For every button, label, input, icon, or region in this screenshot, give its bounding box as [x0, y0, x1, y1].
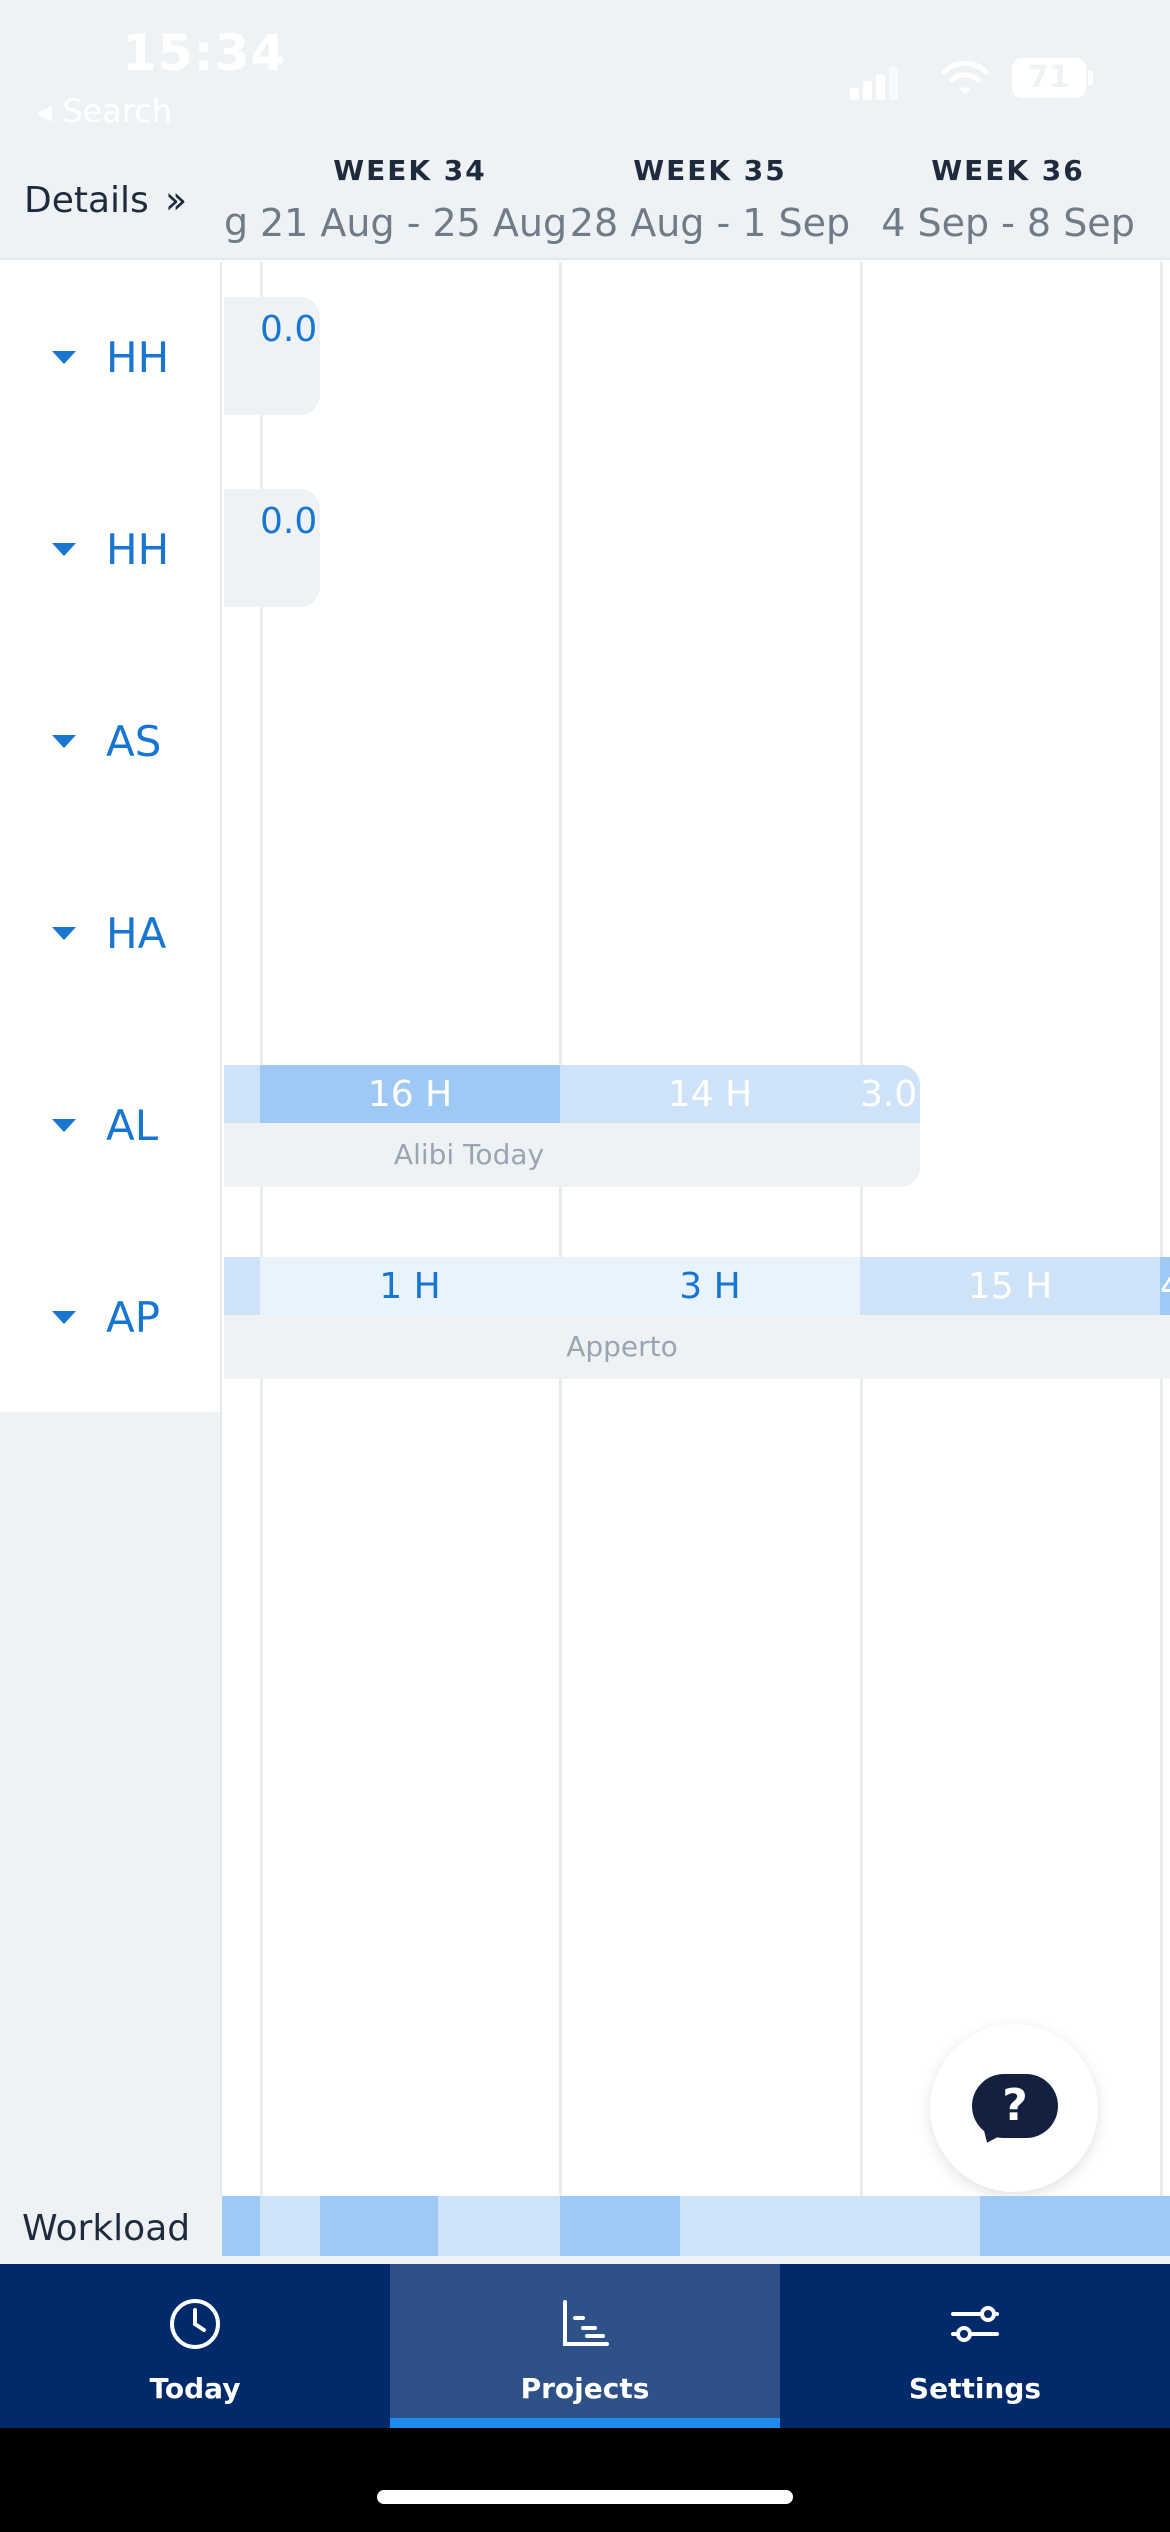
week-label: WEEK 34: [333, 154, 487, 187]
double-chevron-right-icon: ››: [164, 178, 188, 222]
details-label: Details: [24, 179, 149, 221]
week-range: 28 Aug - 1 Sep: [569, 201, 851, 245]
hours-bar-partial: [224, 1257, 260, 1315]
person-row-hh[interactable]: HH: [52, 327, 212, 387]
workload-segment: [980, 2196, 1170, 2256]
person-row-al[interactable]: AL: [52, 1095, 212, 1155]
timeline-header: Details ›› g WEEK 34 21 Aug - 25 Aug WEE…: [0, 150, 1170, 260]
tab-label: Projects: [520, 2372, 650, 2405]
person-initials: HH: [106, 524, 170, 574]
project-name: Alibi Today: [393, 1138, 545, 1171]
caret-down-icon: [52, 734, 76, 748]
week-label: WEEK 35: [633, 154, 787, 187]
person-initials: AS: [106, 716, 162, 766]
week-column-35: WEEK 35 28 Aug - 1 Sep: [560, 150, 860, 245]
tab-settings[interactable]: Settings: [780, 2264, 1170, 2428]
status-time: 15:34: [122, 24, 287, 82]
week-column-36: WEEK 36 4 Sep - 8 Sep: [858, 150, 1158, 245]
hours-bar-partial: [224, 1065, 260, 1123]
hours-bar: 1 H: [260, 1257, 560, 1315]
week-label: WEEK 36: [931, 154, 1085, 187]
clock-icon: [170, 2299, 220, 2349]
battery-tip: [1088, 71, 1093, 85]
caret-down-icon: [52, 1310, 76, 1324]
workload-label: Workload: [22, 2208, 191, 2249]
details-button[interactable]: Details ››: [24, 178, 188, 222]
person-initials: HA: [106, 908, 167, 958]
workload-segment: [320, 2196, 438, 2256]
wifi-icon: [941, 60, 989, 94]
allocation-value: 0.0: [260, 309, 318, 350]
workload-segment: [680, 2196, 980, 2256]
person-initials: AP: [106, 1292, 161, 1342]
person-list-empty-area: [0, 1412, 222, 2196]
caret-down-icon: [52, 1118, 76, 1132]
person-initials: AL: [106, 1100, 159, 1150]
person-row-as[interactable]: AS: [52, 711, 212, 771]
help-button[interactable]: ?: [930, 2024, 1098, 2192]
hours-bar: 3.0: [860, 1065, 920, 1123]
home-indicator-area: [0, 2428, 1170, 2532]
allocation-value: 0.0: [260, 501, 318, 542]
workload-segment: [560, 2196, 680, 2256]
home-indicator[interactable]: [377, 2490, 793, 2504]
hours-bar: 16 H: [260, 1065, 560, 1123]
grid-line: [1160, 262, 1163, 2196]
week-column-34: WEEK 34 21 Aug - 25 Aug: [260, 150, 568, 245]
caret-down-icon: [52, 350, 76, 364]
hours-bar: 3 H: [560, 1257, 860, 1315]
project-name: Apperto: [566, 1330, 678, 1363]
person-initials: HH: [106, 332, 170, 382]
timeline-grid[interactable]: 0.0 0.0 16 H 14 H 3.0 Alibi Today 1 H 3 …: [224, 262, 1170, 2196]
person-row-ha[interactable]: HA: [52, 903, 212, 963]
tab-projects[interactable]: Projects: [390, 2264, 780, 2428]
previous-week-range-partial: g: [224, 200, 249, 244]
workload-segment: [260, 2196, 320, 2256]
status-bar: 15:34 ◂ Search 71: [0, 0, 1170, 150]
grid-line: [559, 262, 562, 2196]
chart-icon: [563, 2300, 609, 2346]
workload-segment: [222, 2196, 260, 2256]
hours-bar: 14 H: [560, 1065, 860, 1123]
back-to-search-link[interactable]: ◂ Search: [36, 92, 172, 130]
hours-bar: 15 H: [860, 1257, 1160, 1315]
tab-label: Settings: [908, 2372, 1042, 2405]
person-row-ap[interactable]: AP: [52, 1287, 212, 1347]
person-row-hh-2[interactable]: HH: [52, 519, 212, 579]
tab-label: Today: [149, 2372, 241, 2405]
week-range: 4 Sep - 8 Sep: [881, 201, 1135, 245]
tab-today[interactable]: Today: [0, 2264, 390, 2428]
allocation-card[interactable]: 0.0: [224, 297, 320, 415]
battery-icon: 71: [1012, 58, 1086, 98]
hours-bar: 4: [1160, 1257, 1170, 1315]
grid-line: [860, 262, 863, 2196]
sliders-icon: [951, 2306, 999, 2342]
person-list: HH HH AS HA AL AP: [0, 262, 222, 1412]
allocation-card[interactable]: 0.0: [224, 489, 320, 607]
system-icons: 71: [850, 58, 1093, 100]
week-range: 21 Aug - 25 Aug: [260, 201, 568, 245]
workload-strip: Workload: [0, 2196, 1170, 2264]
signal-icon: [850, 66, 900, 100]
workload-segment: [438, 2196, 560, 2256]
caret-down-icon: [52, 926, 76, 940]
caret-down-icon: [52, 542, 76, 556]
tab-bar: Today Projects Settings: [0, 2264, 1170, 2428]
